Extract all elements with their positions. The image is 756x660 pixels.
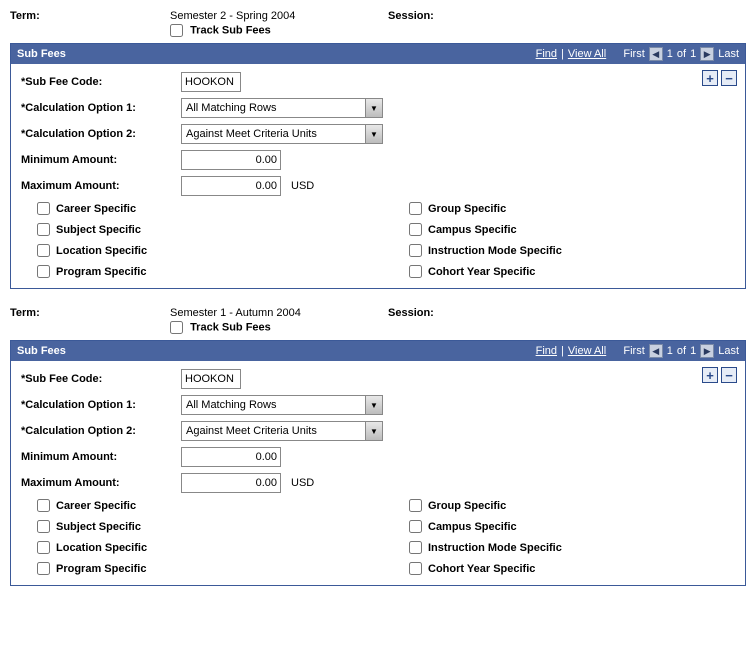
term-value: Semester 2 - Spring 2004 bbox=[170, 10, 388, 22]
group-specific-label: Group Specific bbox=[428, 203, 506, 215]
section-title: Sub Fees bbox=[17, 48, 66, 60]
add-row-button[interactable]: + bbox=[702, 367, 718, 383]
location-specific-label: Location Specific bbox=[56, 542, 147, 554]
location-specific-checkbox[interactable] bbox=[37, 244, 50, 257]
view-all-link[interactable]: View All bbox=[568, 48, 606, 60]
track-sub-fees-checkbox[interactable] bbox=[170, 321, 183, 334]
instruction-mode-specific-label: Instruction Mode Specific bbox=[428, 542, 562, 554]
find-link[interactable]: Find bbox=[536, 48, 557, 60]
nav-last-label: Last bbox=[718, 345, 739, 357]
career-specific-checkbox[interactable] bbox=[37, 202, 50, 215]
group-specific-checkbox[interactable] bbox=[409, 499, 422, 512]
nav-page: 1 bbox=[667, 48, 673, 60]
view-all-link[interactable]: View All bbox=[568, 345, 606, 357]
nav-total: 1 bbox=[690, 48, 696, 60]
cohort-year-specific-label: Cohort Year Specific bbox=[428, 266, 535, 278]
instruction-mode-specific-label: Instruction Mode Specific bbox=[428, 245, 562, 257]
track-sub-fees-label: Track Sub Fees bbox=[190, 25, 271, 37]
program-specific-label: Program Specific bbox=[56, 563, 146, 575]
calc-option-2-select[interactable]: Against Meet Criteria Units ▼ bbox=[181, 124, 383, 144]
program-specific-label: Program Specific bbox=[56, 266, 146, 278]
instruction-mode-specific-checkbox[interactable] bbox=[409, 541, 422, 554]
chevron-down-icon[interactable]: ▼ bbox=[365, 396, 382, 414]
location-specific-checkbox[interactable] bbox=[37, 541, 50, 554]
min-amount-input[interactable] bbox=[181, 447, 281, 467]
max-amount-input[interactable] bbox=[181, 176, 281, 196]
campus-specific-label: Campus Specific bbox=[428, 521, 517, 533]
career-specific-label: Career Specific bbox=[56, 203, 136, 215]
sub-fee-code-input[interactable] bbox=[181, 72, 241, 92]
calc-option-1-value: All Matching Rows bbox=[182, 102, 365, 114]
subject-specific-label: Subject Specific bbox=[56, 224, 141, 236]
calc-option-2-select[interactable]: Against Meet Criteria Units ▼ bbox=[181, 421, 383, 441]
nav-next-button[interactable]: ▶ bbox=[700, 344, 714, 358]
sub-fee-code-input[interactable] bbox=[181, 369, 241, 389]
find-link[interactable]: Find bbox=[536, 345, 557, 357]
group-specific-checkbox[interactable] bbox=[409, 202, 422, 215]
section-title: Sub Fees bbox=[17, 345, 66, 357]
subject-specific-checkbox[interactable] bbox=[37, 520, 50, 533]
nav-separator: | bbox=[561, 48, 564, 60]
nav-first-label: First bbox=[623, 48, 644, 60]
chevron-down-icon[interactable]: ▼ bbox=[365, 125, 382, 143]
instruction-mode-specific-checkbox[interactable] bbox=[409, 244, 422, 257]
sub-fee-code-label: *Sub Fee Code: bbox=[21, 76, 181, 88]
max-amount-label: Maximum Amount: bbox=[21, 477, 181, 489]
calc-option-2-label: *Calculation Option 2: bbox=[21, 425, 181, 437]
currency-label: USD bbox=[291, 477, 314, 489]
calc-option-1-label: *Calculation Option 1: bbox=[21, 399, 181, 411]
calc-option-1-select[interactable]: All Matching Rows ▼ bbox=[181, 395, 383, 415]
term-value: Semester 1 - Autumn 2004 bbox=[170, 307, 388, 319]
campus-specific-checkbox[interactable] bbox=[409, 520, 422, 533]
nav-first-label: First bbox=[623, 345, 644, 357]
nav-prev-button[interactable]: ◀ bbox=[649, 47, 663, 61]
cohort-year-specific-label: Cohort Year Specific bbox=[428, 563, 535, 575]
location-specific-label: Location Specific bbox=[56, 245, 147, 257]
currency-label: USD bbox=[291, 180, 314, 192]
nav-last-label: Last bbox=[718, 48, 739, 60]
program-specific-checkbox[interactable] bbox=[37, 265, 50, 278]
min-amount-label: Minimum Amount: bbox=[21, 451, 181, 463]
track-sub-fees-label: Track Sub Fees bbox=[190, 322, 271, 334]
subject-specific-checkbox[interactable] bbox=[37, 223, 50, 236]
max-amount-label: Maximum Amount: bbox=[21, 180, 181, 192]
nav-total: 1 bbox=[690, 345, 696, 357]
nav-next-button[interactable]: ▶ bbox=[700, 47, 714, 61]
career-specific-label: Career Specific bbox=[56, 500, 136, 512]
add-row-button[interactable]: + bbox=[702, 70, 718, 86]
subject-specific-label: Subject Specific bbox=[56, 521, 141, 533]
chevron-down-icon[interactable]: ▼ bbox=[365, 99, 382, 117]
nav-of: of bbox=[677, 345, 686, 357]
nav-of: of bbox=[677, 48, 686, 60]
sub-fee-code-label: *Sub Fee Code: bbox=[21, 373, 181, 385]
calc-option-1-value: All Matching Rows bbox=[182, 399, 365, 411]
calc-option-2-value: Against Meet Criteria Units bbox=[182, 128, 365, 140]
session-label: Session: bbox=[388, 307, 434, 319]
min-amount-input[interactable] bbox=[181, 150, 281, 170]
program-specific-checkbox[interactable] bbox=[37, 562, 50, 575]
calc-option-1-select[interactable]: All Matching Rows ▼ bbox=[181, 98, 383, 118]
nav-separator: | bbox=[561, 345, 564, 357]
career-specific-checkbox[interactable] bbox=[37, 499, 50, 512]
session-label: Session: bbox=[388, 10, 434, 22]
delete-row-button[interactable]: − bbox=[721, 70, 737, 86]
max-amount-input[interactable] bbox=[181, 473, 281, 493]
track-sub-fees-checkbox[interactable] bbox=[170, 24, 183, 37]
term-label: Term: bbox=[10, 307, 170, 319]
group-specific-label: Group Specific bbox=[428, 500, 506, 512]
cohort-year-specific-checkbox[interactable] bbox=[409, 265, 422, 278]
chevron-down-icon[interactable]: ▼ bbox=[365, 422, 382, 440]
cohort-year-specific-checkbox[interactable] bbox=[409, 562, 422, 575]
delete-row-button[interactable]: − bbox=[721, 367, 737, 383]
term-label: Term: bbox=[10, 10, 170, 22]
nav-prev-button[interactable]: ◀ bbox=[649, 344, 663, 358]
calc-option-1-label: *Calculation Option 1: bbox=[21, 102, 181, 114]
campus-specific-label: Campus Specific bbox=[428, 224, 517, 236]
nav-page: 1 bbox=[667, 345, 673, 357]
min-amount-label: Minimum Amount: bbox=[21, 154, 181, 166]
campus-specific-checkbox[interactable] bbox=[409, 223, 422, 236]
calc-option-2-value: Against Meet Criteria Units bbox=[182, 425, 365, 437]
calc-option-2-label: *Calculation Option 2: bbox=[21, 128, 181, 140]
